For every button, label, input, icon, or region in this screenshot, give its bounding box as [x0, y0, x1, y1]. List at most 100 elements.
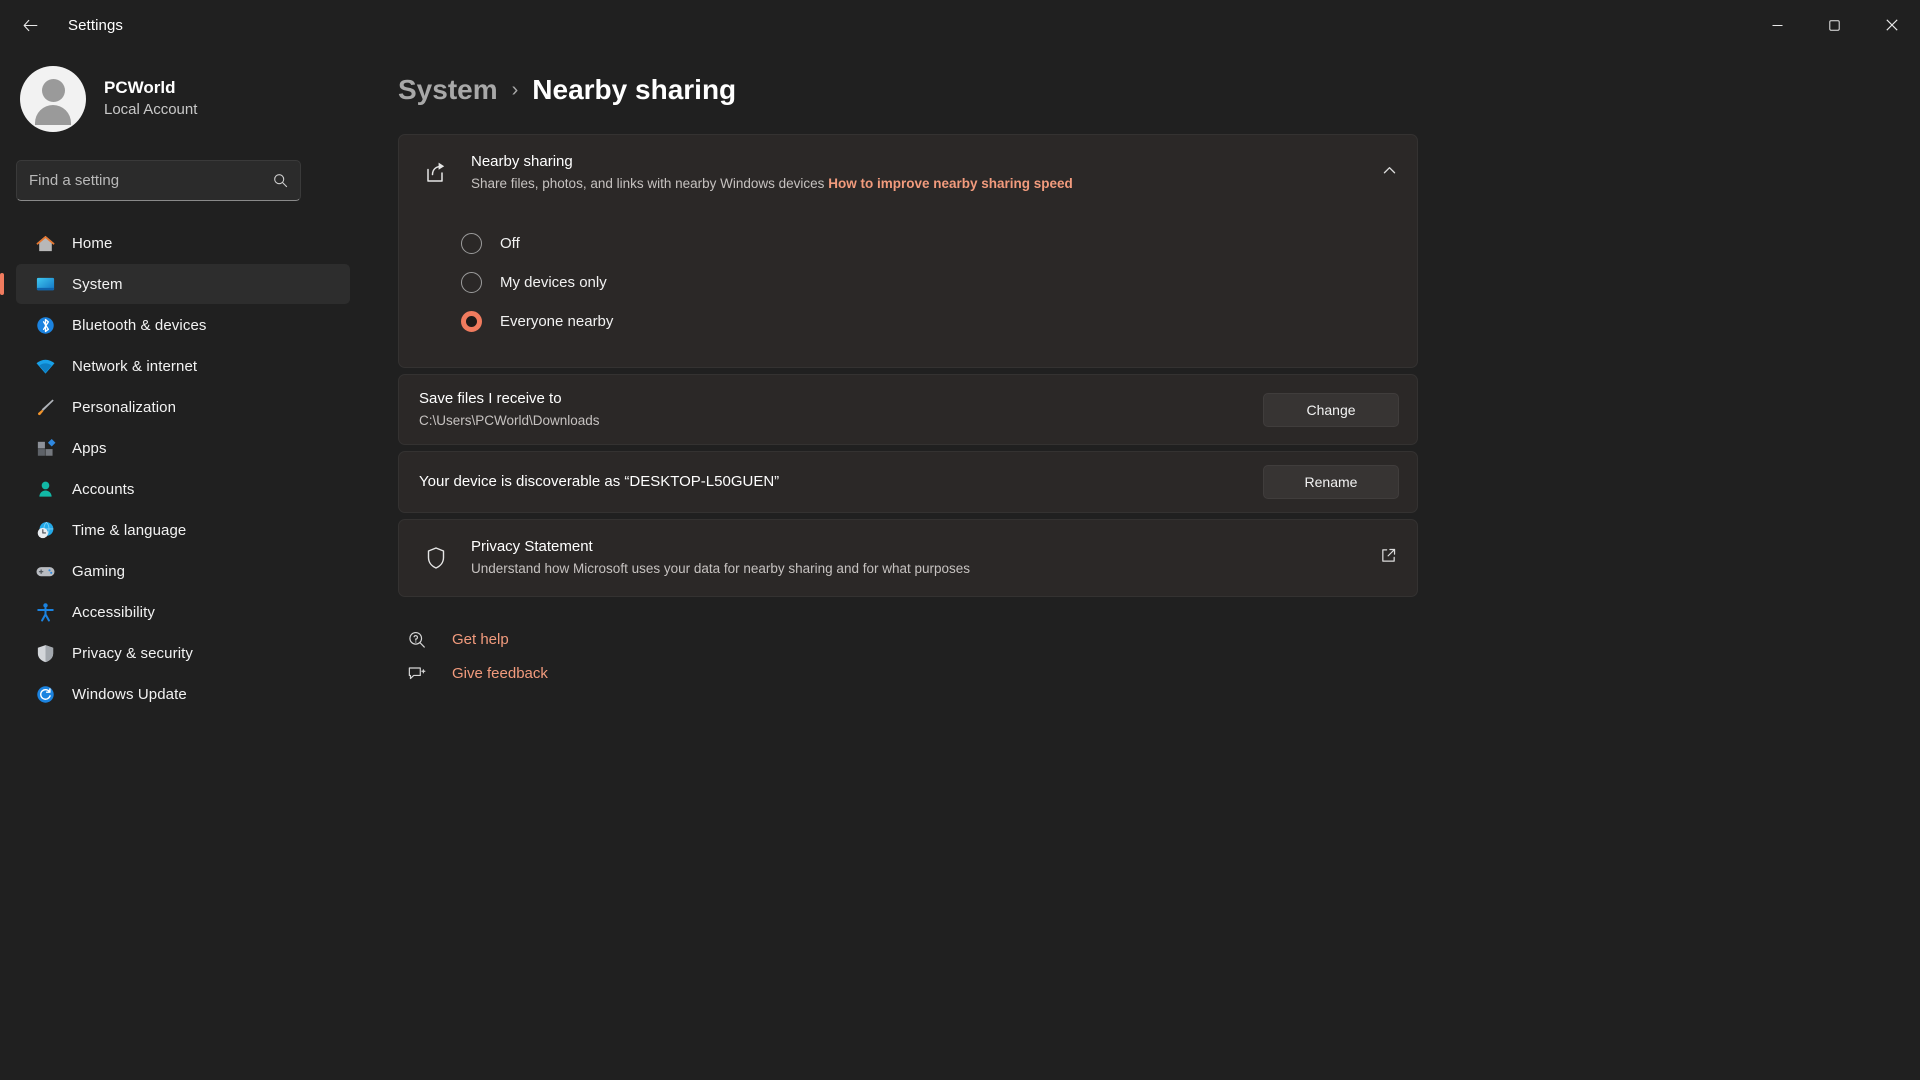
avatar-body	[35, 105, 71, 125]
sidebar-item-accounts[interactable]: Accounts	[16, 469, 350, 509]
privacy-statement-subtitle: Understand how Microsoft uses your data …	[471, 561, 971, 577]
sidebar-item-system[interactable]: System	[0, 264, 350, 304]
save-location-title: Save files I receive to	[419, 390, 562, 408]
sidebar-item-bluetooth-devices[interactable]: Bluetooth & devices	[16, 305, 350, 345]
maximize-button[interactable]	[1806, 0, 1863, 50]
avatar	[20, 66, 86, 132]
sidebar-item-label: Gaming	[72, 562, 126, 580]
privacy-statement-title: Privacy Statement	[471, 538, 593, 556]
bluetooth-icon	[34, 314, 56, 336]
chevron-up-icon[interactable]	[1382, 163, 1397, 183]
close-icon	[1885, 19, 1898, 31]
person-icon	[34, 478, 56, 500]
privacy-statement-row[interactable]: Privacy Statement Understand how Microso…	[399, 520, 1417, 595]
footer-links: Get help Give feedback	[404, 623, 1418, 691]
sidebar-item-personalization[interactable]: Personalization	[16, 387, 350, 427]
sidebar-item-network-internet[interactable]: Network & internet	[16, 346, 350, 386]
title-bar: Settings	[0, 0, 1920, 50]
external-link-icon[interactable]	[1380, 547, 1397, 569]
sidebar-item-accessibility[interactable]: Accessibility	[16, 592, 350, 632]
sidebar-item-privacy-security[interactable]: Privacy & security	[16, 633, 350, 673]
nearby-sharing-card-header[interactable]: Nearby sharing Share files, photos, and …	[399, 135, 1417, 210]
get-help-link[interactable]: Get help	[404, 623, 1418, 657]
sidebar-item-label: Privacy & security	[72, 644, 193, 662]
sidebar-item-label: System	[72, 275, 123, 293]
nearby-sharing-options: Off My devices only Everyone nearby	[399, 210, 1417, 367]
breadcrumb-parent[interactable]: System	[398, 74, 498, 106]
back-arrow-icon	[23, 19, 37, 31]
accessibility-icon	[34, 601, 56, 623]
maximize-icon	[1829, 19, 1840, 31]
get-help-label: Get help	[452, 631, 509, 648]
sidebar-item-gaming[interactable]: Gaming	[16, 551, 350, 591]
improve-speed-link[interactable]: How to improve nearby sharing speed	[828, 176, 1073, 191]
sidebar-item-label: Home	[72, 234, 113, 252]
shield-outline-icon	[421, 545, 451, 571]
device-name-title: Your device is discoverable as “DESKTOP-…	[419, 473, 780, 491]
give-feedback-label: Give feedback	[452, 665, 548, 682]
radio-indicator-selected	[461, 311, 482, 333]
sidebar-item-label: Accessibility	[72, 603, 155, 621]
sidebar-nav: Home System Bluetooth & devices Network …	[0, 223, 350, 714]
page-title: Nearby sharing	[532, 74, 737, 105]
sidebar-item-label: Windows Update	[72, 685, 187, 703]
rename-button[interactable]: Rename	[1263, 465, 1399, 500]
sidebar-item-label: Bluetooth & devices	[72, 316, 207, 334]
minimize-button[interactable]	[1749, 0, 1806, 50]
sidebar-item-label: Personalization	[72, 398, 177, 416]
sidebar: PCWorld Local Account Home	[0, 50, 370, 1080]
device-name-row: Your device is discoverable as “DESKTOP-…	[398, 451, 1418, 514]
search-input[interactable]	[29, 172, 273, 189]
privacy-statement-card: Privacy Statement Understand how Microso…	[398, 519, 1418, 597]
radio-label: Everyone nearby	[500, 313, 614, 331]
breadcrumb: System › Nearby sharing	[398, 74, 1920, 106]
app-title: Settings	[68, 16, 123, 34]
search-icon	[274, 174, 288, 188]
nearby-sharing-subtitle-text: Share files, photos, and links with near…	[471, 176, 825, 191]
back-button[interactable]	[8, 7, 52, 43]
gamepad-icon	[34, 560, 56, 582]
system-monitor-icon	[34, 273, 56, 295]
share-icon	[421, 160, 451, 186]
account-type: Local Account	[104, 101, 198, 119]
sidebar-item-label: Apps	[72, 439, 107, 457]
main-content: System › Nearby sharing Nearby sharing S…	[370, 50, 1920, 1080]
device-name-text: Your device is discoverable as “DESKTOP-…	[419, 471, 1263, 493]
radio-option-my-devices-only[interactable]: My devices only	[399, 263, 1417, 302]
radio-option-everyone-nearby[interactable]: Everyone nearby	[399, 302, 1417, 341]
nearby-sharing-card: Nearby sharing Share files, photos, and …	[398, 134, 1418, 369]
sidebar-item-home[interactable]: Home	[16, 223, 350, 263]
save-location-text: Save files I receive to C:\Users\PCWorld…	[419, 388, 1263, 431]
save-location-row: Save files I receive to C:\Users\PCWorld…	[398, 374, 1418, 446]
settings-list: Nearby sharing Share files, photos, and …	[398, 134, 1418, 691]
search-box[interactable]	[16, 160, 301, 201]
sidebar-item-windows-update[interactable]: Windows Update	[16, 674, 350, 714]
breadcrumb-separator: ›	[511, 78, 519, 101]
nearby-sharing-subtitle: Share files, photos, and links with near…	[471, 174, 1073, 194]
change-button[interactable]: Change	[1263, 392, 1399, 427]
save-location-path: C:\Users\PCWorld\Downloads	[419, 413, 600, 428]
account-card[interactable]: PCWorld Local Account	[16, 50, 350, 140]
avatar-head	[41, 79, 65, 102]
feedback-icon	[404, 664, 430, 684]
paintbrush-icon	[34, 396, 56, 418]
window-controls	[1749, 0, 1920, 50]
radio-indicator	[461, 272, 482, 294]
close-button[interactable]	[1863, 0, 1920, 50]
give-feedback-link[interactable]: Give feedback	[404, 657, 1418, 691]
wifi-icon	[34, 355, 56, 377]
sidebar-item-label: Accounts	[72, 480, 135, 498]
shield-icon	[34, 642, 56, 664]
radio-indicator	[461, 233, 482, 255]
radio-label: My devices only	[500, 274, 607, 292]
radio-option-off[interactable]: Off	[399, 224, 1417, 263]
help-icon	[404, 630, 430, 650]
account-name: PCWorld	[104, 78, 176, 98]
home-icon	[34, 232, 56, 254]
sidebar-item-time-language[interactable]: Time & language	[16, 510, 350, 550]
clock-globe-icon	[34, 519, 56, 541]
nearby-sharing-title: Nearby sharing	[471, 153, 573, 170]
sidebar-item-apps[interactable]: Apps	[16, 428, 350, 468]
update-refresh-icon	[34, 683, 56, 705]
minimize-icon	[1772, 24, 1783, 26]
